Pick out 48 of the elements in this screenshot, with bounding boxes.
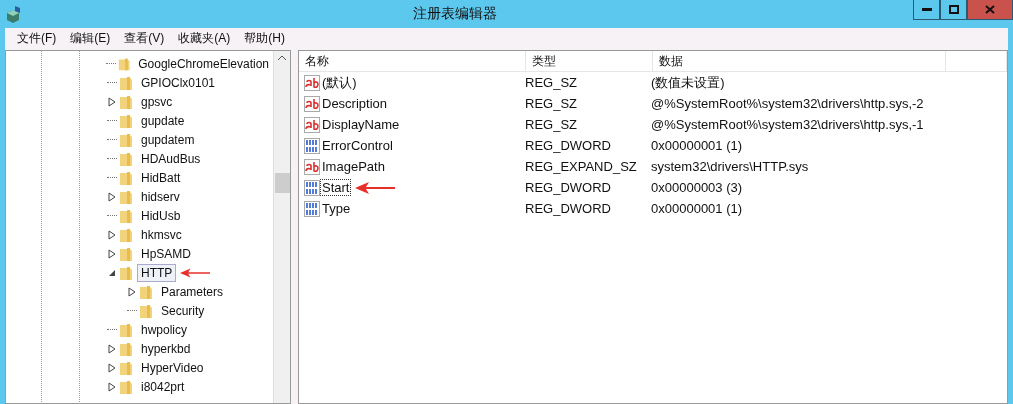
table-cell-text: (数值未设置) bbox=[650, 73, 726, 92]
tree-item[interactable]: GoogleChromeElevation bbox=[134, 54, 273, 73]
table-cell-text: REG_SZ bbox=[524, 96, 578, 111]
column-header[interactable]: 数据 bbox=[653, 51, 946, 71]
table-cell-text: REG_DWORD bbox=[524, 201, 612, 216]
menu-item[interactable]: 查看(V) bbox=[118, 29, 171, 47]
tree-item[interactable]: HTTP bbox=[137, 263, 177, 282]
table-cell-text: REG_SZ bbox=[524, 117, 578, 132]
table-cell-text: @%SystemRoot%\system32\drivers\http.sys,-2 bbox=[650, 96, 925, 111]
tree-item[interactable]: i8042prt bbox=[137, 377, 189, 396]
table-cell-text: REG_DWORD bbox=[524, 180, 612, 195]
value-name[interactable]: Type bbox=[320, 200, 353, 217]
menu-item[interactable]: 收藏夹(A) bbox=[172, 29, 237, 47]
tree-item[interactable]: hyperkbd bbox=[137, 339, 195, 358]
menu-item[interactable]: 帮助(H) bbox=[238, 29, 291, 47]
value-name[interactable]: ErrorControl bbox=[320, 137, 395, 154]
tree-item[interactable]: hkmsvc bbox=[137, 225, 186, 244]
tree-item[interactable]: gupdate bbox=[137, 111, 189, 130]
column-header[interactable]: 类型 bbox=[526, 51, 653, 71]
table-cell-text: REG_SZ bbox=[524, 75, 578, 90]
table-cell-text: REG_DWORD bbox=[524, 138, 612, 153]
tree-item[interactable]: HyperVideo bbox=[137, 358, 208, 377]
value-name[interactable]: (默认) bbox=[320, 72, 359, 93]
column-header[interactable]: 名称 bbox=[299, 51, 526, 71]
table-cell-text: 0x00000001 (1) bbox=[650, 201, 744, 216]
tree-item[interactable]: Security bbox=[157, 301, 209, 320]
value-name[interactable]: Description bbox=[320, 95, 390, 112]
tree-item[interactable]: hidserv bbox=[137, 187, 184, 206]
tree-item[interactable]: HDAudBus bbox=[137, 149, 205, 168]
table-cell-text: system32\drivers\HTTP.sys bbox=[650, 159, 810, 174]
window-title: 注册表编辑器 bbox=[413, 5, 497, 23]
table-cell-text: 0x00000001 (1) bbox=[650, 138, 744, 153]
menu-item[interactable]: 文件(F) bbox=[11, 29, 63, 47]
tree-item[interactable]: gpsvc bbox=[137, 92, 177, 111]
table-cell-text: REG_EXPAND_SZ bbox=[524, 159, 638, 174]
table-cell-text: 0x00000003 (3) bbox=[650, 180, 744, 195]
tree-item[interactable]: gupdatem bbox=[137, 130, 199, 149]
value-name[interactable]: ImagePath bbox=[320, 158, 387, 175]
tree-item[interactable]: HidUsb bbox=[137, 206, 185, 225]
tree-item[interactable]: HpSAMD bbox=[137, 244, 195, 263]
tree-item[interactable]: HidBatt bbox=[137, 168, 185, 187]
tree-item[interactable]: GPIOClx0101 bbox=[137, 73, 220, 92]
tree-item[interactable]: Parameters bbox=[157, 282, 228, 301]
table-cell-text: @%SystemRoot%\system32\drivers\http.sys,-1 bbox=[650, 117, 925, 132]
menu-item[interactable]: 编辑(E) bbox=[64, 29, 117, 47]
tree-item[interactable]: hwpolicy bbox=[137, 320, 192, 339]
value-name[interactable]: DisplayName bbox=[320, 116, 402, 133]
value-name[interactable]: Start bbox=[320, 179, 352, 196]
